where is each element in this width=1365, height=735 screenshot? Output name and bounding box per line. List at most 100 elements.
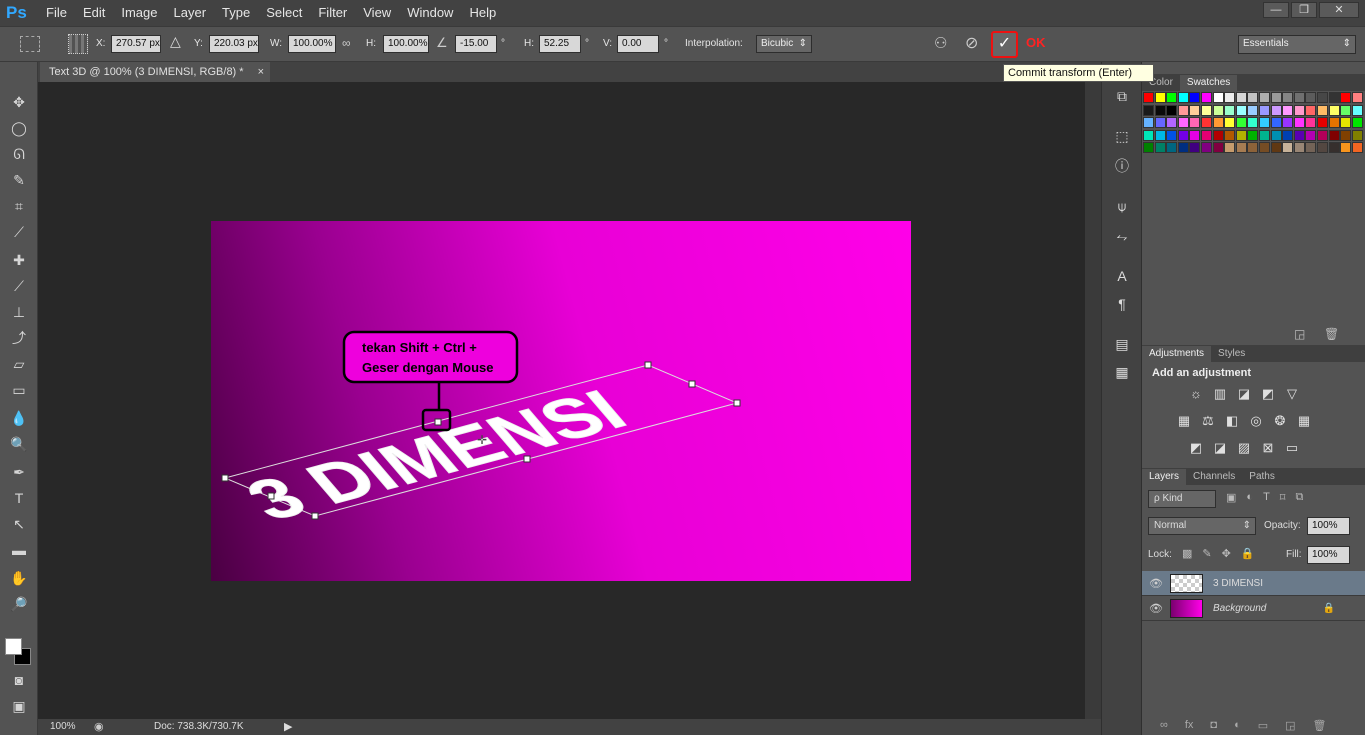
filter-type-icon[interactable]: T xyxy=(1263,491,1270,504)
swatch[interactable] xyxy=(1201,117,1212,128)
exposure-icon[interactable]: ◩ xyxy=(1258,385,1278,403)
brush-presets-icon[interactable]: ⥊ xyxy=(1112,226,1132,246)
crop-tool-icon[interactable]: ⌗ xyxy=(8,196,30,216)
posterize-icon[interactable]: ◪ xyxy=(1210,439,1230,457)
swatch[interactable] xyxy=(1259,104,1270,116)
tab-swatches[interactable]: Swatches xyxy=(1179,75,1238,91)
swatch[interactable] xyxy=(1305,104,1317,116)
delete-layer-icon[interactable]: 🗑 xyxy=(1313,719,1327,732)
layer-row-background[interactable]: 👁 Background 🔒 xyxy=(1142,596,1365,621)
cancel-transform-icon[interactable]: ⊘ xyxy=(965,33,978,53)
swatch[interactable] xyxy=(1166,142,1178,153)
menu-type[interactable]: Type xyxy=(214,0,258,26)
swatch[interactable] xyxy=(1282,129,1294,141)
swatch[interactable] xyxy=(1317,104,1328,116)
swatch[interactable] xyxy=(1340,142,1352,153)
swatch[interactable] xyxy=(1166,117,1178,128)
swatch[interactable] xyxy=(1247,129,1259,141)
swatch[interactable] xyxy=(1270,92,1282,103)
lock-transparent-icon[interactable]: ▩ xyxy=(1182,547,1192,560)
dodge-tool-icon[interactable]: 🔍 xyxy=(8,434,30,454)
swatch[interactable] xyxy=(1235,142,1247,153)
quick-select-tool-icon[interactable]: ✎ xyxy=(8,170,30,190)
swatch[interactable] xyxy=(1317,142,1328,153)
swatch[interactable] xyxy=(1328,129,1340,141)
interpolation-dropdown[interactable]: Bicubic ⇕ xyxy=(756,35,812,53)
swatch[interactable] xyxy=(1201,104,1212,116)
relative-position-icon[interactable]: △ xyxy=(170,33,181,50)
swatch[interactable] xyxy=(1143,142,1154,153)
swatch[interactable] xyxy=(1201,92,1212,103)
close-tab-icon[interactable]: × xyxy=(258,62,264,82)
new-layer-icon[interactable]: ◲ xyxy=(1285,719,1295,732)
swatch[interactable] xyxy=(1293,104,1305,116)
menu-filter[interactable]: Filter xyxy=(310,0,355,26)
lock-all-icon[interactable]: 🔒 xyxy=(1241,547,1255,560)
swatch[interactable] xyxy=(1351,104,1363,116)
hand-tool-icon[interactable]: ✋ xyxy=(8,568,30,588)
visibility-eye-icon[interactable]: 👁 xyxy=(1142,577,1170,590)
swatch[interactable] xyxy=(1154,92,1166,103)
swatch[interactable] xyxy=(1247,117,1259,128)
menu-layer[interactable]: Layer xyxy=(166,0,215,26)
swatch[interactable] xyxy=(1143,129,1154,141)
swatch[interactable] xyxy=(1212,142,1224,153)
swatch[interactable] xyxy=(1305,142,1317,153)
menu-help[interactable]: Help xyxy=(461,0,504,26)
angle-field[interactable]: -15.00 xyxy=(455,35,497,53)
swatch[interactable] xyxy=(1270,142,1282,153)
swatch[interactable] xyxy=(1247,142,1259,153)
brush-tool-icon[interactable]: ⟋ xyxy=(8,276,30,296)
height-field[interactable]: 100.00% xyxy=(383,35,429,53)
link-layers-icon[interactable]: ∞ xyxy=(1160,719,1168,732)
swatch[interactable] xyxy=(1270,104,1282,116)
swatch[interactable] xyxy=(1293,129,1305,141)
status-menu-icon[interactable]: ◉ xyxy=(94,720,104,733)
swatch[interactable] xyxy=(1340,104,1352,116)
tab-styles[interactable]: Styles xyxy=(1211,346,1252,362)
swatch[interactable] xyxy=(1351,117,1363,128)
transform-tool-icon[interactable] xyxy=(20,36,40,52)
history-brush-tool-icon[interactable]: ⤴ xyxy=(8,328,30,348)
swatch[interactable] xyxy=(1143,104,1154,116)
swatch[interactable] xyxy=(1259,117,1270,128)
swatch[interactable] xyxy=(1317,117,1328,128)
filter-smart-icon[interactable]: ⧉ xyxy=(1295,491,1303,504)
swatch[interactable] xyxy=(1270,129,1282,141)
swatch[interactable] xyxy=(1154,104,1166,116)
document-tab[interactable]: Text 3D @ 100% (3 DIMENSI, RGB/8) * × xyxy=(40,62,270,82)
minimize-button[interactable]: — xyxy=(1263,2,1289,18)
swatch[interactable] xyxy=(1143,117,1154,128)
path-select-tool-icon[interactable]: ↖ xyxy=(8,514,30,534)
info-panel-icon[interactable]: ⓘ xyxy=(1112,156,1132,176)
swatch[interactable] xyxy=(1189,129,1201,141)
history-panel-icon[interactable]: ⧉ xyxy=(1112,86,1132,106)
swatch[interactable] xyxy=(1270,117,1282,128)
swatch[interactable] xyxy=(1189,104,1201,116)
swatch[interactable] xyxy=(1282,142,1294,153)
swatch[interactable] xyxy=(1247,92,1259,103)
swatch[interactable] xyxy=(1166,129,1178,141)
swatch[interactable] xyxy=(1328,117,1340,128)
blend-mode-dropdown[interactable]: Normal ⇕ xyxy=(1148,517,1256,535)
vibrance-icon[interactable]: ▽ xyxy=(1282,385,1302,403)
link-icon[interactable]: ∞ xyxy=(342,36,351,50)
healing-tool-icon[interactable]: ✚ xyxy=(8,250,30,270)
tab-adjustments[interactable]: Adjustments xyxy=(1142,346,1212,362)
menu-select[interactable]: Select xyxy=(258,0,310,26)
gradient-tool-icon[interactable]: ▭ xyxy=(8,380,30,400)
swatch[interactable] xyxy=(1224,117,1236,128)
swatch[interactable] xyxy=(1340,92,1352,103)
threshold-icon[interactable]: ▨ xyxy=(1234,439,1254,457)
curves-icon[interactable]: ◪ xyxy=(1234,385,1254,403)
vertical-scrollbar[interactable] xyxy=(1085,82,1101,719)
reference-point-icon[interactable] xyxy=(68,34,88,54)
swatch[interactable] xyxy=(1282,104,1294,116)
commit-transform-button[interactable]: ✓ xyxy=(991,31,1018,58)
stamp-tool-icon[interactable]: ⊥ xyxy=(8,302,30,322)
channel-mixer-icon[interactable]: ❂ xyxy=(1270,412,1290,430)
menu-edit[interactable]: Edit xyxy=(75,0,113,26)
visibility-eye-icon[interactable]: 👁 xyxy=(1142,602,1170,615)
gradient-map-icon[interactable]: ▭ xyxy=(1282,439,1302,457)
swatch[interactable] xyxy=(1351,142,1363,153)
